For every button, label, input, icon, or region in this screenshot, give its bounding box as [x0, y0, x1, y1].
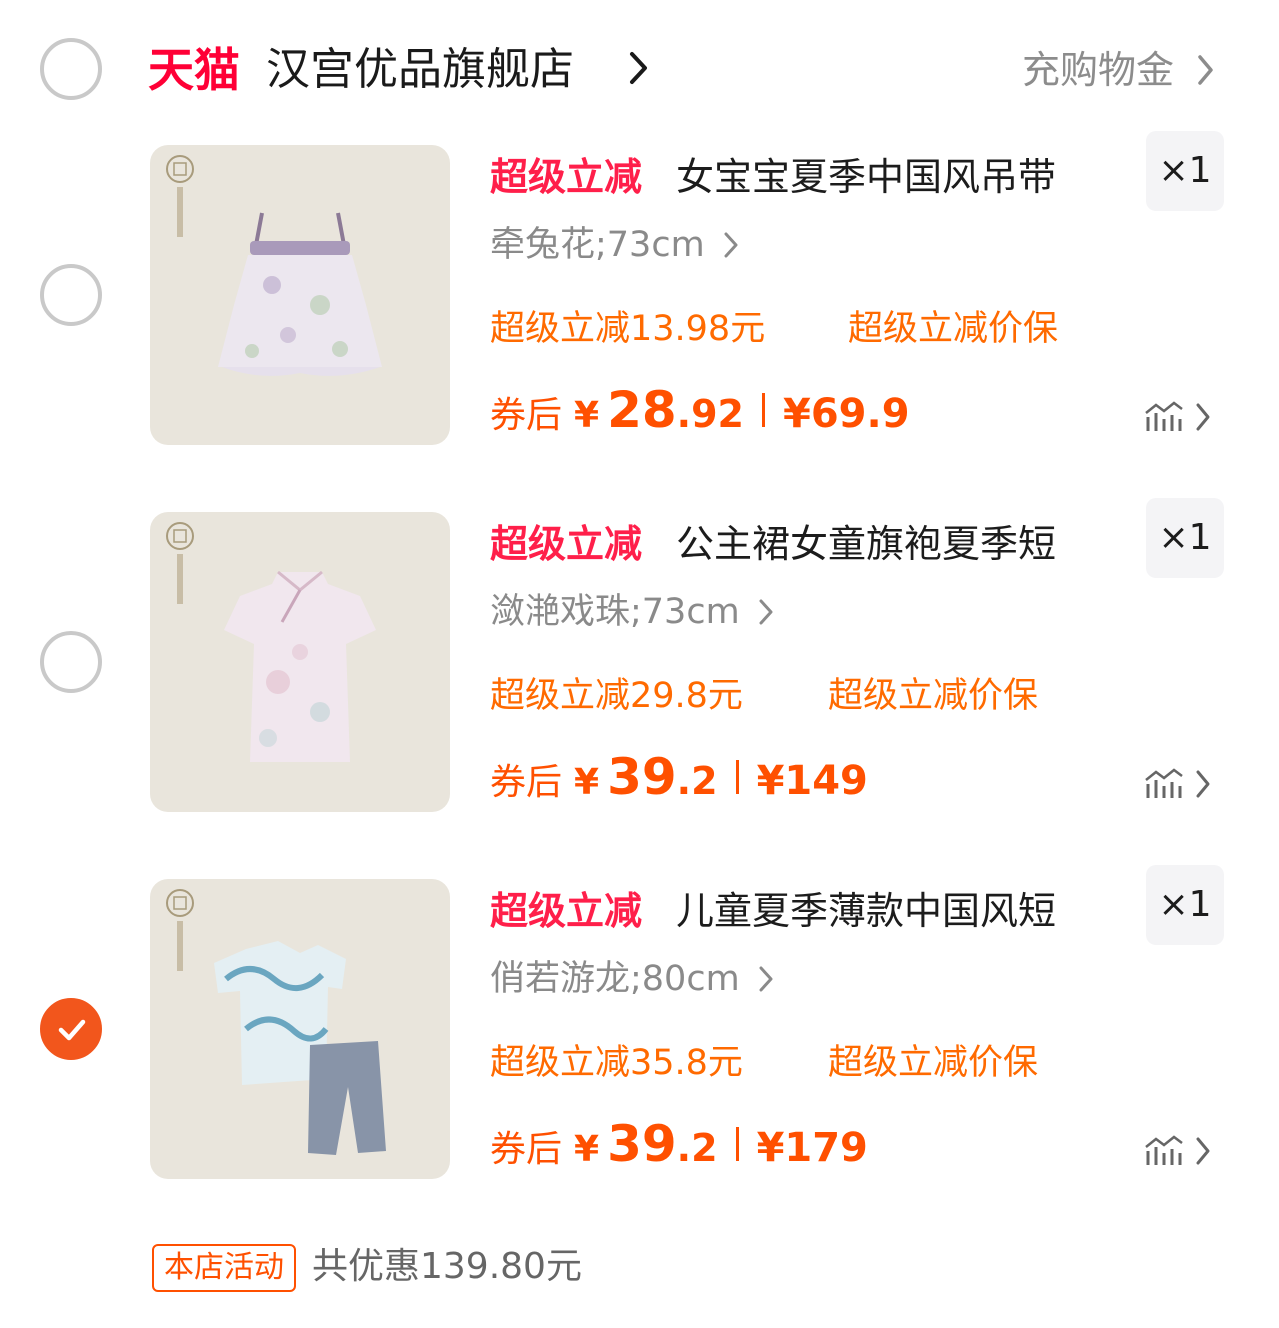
price-protect-badge: 超级立减价保 — [828, 1043, 1039, 1083]
price-divider — [762, 393, 765, 427]
tmall-brand: 天猫 — [148, 43, 240, 97]
original-price: ¥179 — [756, 1125, 868, 1171]
price-decimal: .2 — [676, 759, 718, 803]
promo-discount: 超级立减29.8元 — [490, 676, 743, 716]
brand-logo-icon — [166, 522, 194, 604]
sku-selector[interactable]: 俏若游龙;80cm — [490, 955, 777, 1003]
price-row: 券后 ¥39.2 ¥149 — [490, 748, 868, 818]
price-row: 券后 ¥28.92 ¥69.9 — [490, 381, 910, 451]
price-divider — [735, 760, 739, 794]
after-coupon-label: 券后 — [490, 1129, 563, 1170]
promo-discount: 超级立减13.98元 — [490, 309, 766, 349]
currency-symbol: ¥ — [574, 762, 600, 803]
chevron-right-icon — [759, 966, 773, 992]
super-discount-tag: 超级立减 — [490, 522, 643, 566]
product-title[interactable]: 公主裙女童旗袍夏季短 — [676, 518, 1116, 570]
quantity-selector[interactable]: ×1 — [1146, 131, 1224, 211]
price-decimal: .92 — [676, 392, 744, 436]
promo-discount: 超级立减35.8元 — [490, 1043, 743, 1083]
total-discount: 共优惠139.80元 — [312, 1246, 582, 1287]
currency-symbol: ¥ — [574, 1129, 600, 1170]
sku-selector[interactable]: 潋滟戏珠;73cm — [490, 588, 777, 636]
chevron-right-icon — [1198, 55, 1213, 85]
price-trend-icon[interactable] — [1142, 399, 1214, 435]
price-trend-icon[interactable] — [1142, 1133, 1214, 1169]
price-protect-badge: 超级立减价保 — [848, 309, 1059, 349]
cart-item: 超级立减 儿童夏季薄款中国风短 ×1 俏若游龙;80cm 超级立减35.8元 超… — [0, 865, 1279, 1189]
price-integer: 39 — [607, 1115, 677, 1173]
original-price: ¥69.9 — [783, 391, 910, 437]
bonus-link[interactable]: 充购物金 — [1022, 44, 1174, 96]
chevron-right-icon — [759, 599, 773, 625]
price-trend-icon[interactable] — [1142, 766, 1214, 802]
currency-symbol: ¥ — [574, 395, 600, 436]
store-activity-tag[interactable]: 本店活动 — [152, 1244, 296, 1292]
quantity-selector[interactable]: ×1 — [1146, 865, 1224, 945]
product-image[interactable] — [150, 512, 450, 812]
price-row: 券后 ¥39.2 ¥179 — [490, 1115, 868, 1185]
sku-label: 牵兔花;73cm — [490, 225, 705, 265]
sku-label: 潋滟戏珠;73cm — [490, 592, 740, 632]
cart-item: 超级立减 女宝宝夏季中国风吊带 ×1 牵兔花;73cm 超级立减13.98元 超… — [0, 131, 1279, 455]
price-protect-badge: 超级立减价保 — [828, 676, 1039, 716]
brand-logo-icon — [166, 889, 194, 971]
price-divider — [735, 1127, 739, 1161]
quantity-selector[interactable]: ×1 — [1146, 498, 1224, 578]
product-title[interactable]: 女宝宝夏季中国风吊带 — [676, 151, 1116, 203]
shop-name-link[interactable]: 汉宫优品旗舰店 — [266, 40, 574, 100]
super-discount-tag: 超级立减 — [490, 889, 643, 933]
sku-selector[interactable]: 牵兔花;73cm — [490, 221, 742, 269]
cart-item: 超级立减 公主裙女童旗袍夏季短 ×1 潋滟戏珠;73cm 超级立减29.8元 超… — [0, 498, 1279, 822]
after-coupon-label: 券后 — [490, 395, 563, 436]
product-image[interactable] — [150, 879, 450, 1179]
chevron-right-icon — [630, 52, 647, 84]
product-image[interactable] — [150, 145, 450, 445]
sku-label: 俏若游龙;80cm — [490, 959, 740, 999]
shop-select-radio[interactable] — [40, 38, 102, 100]
chevron-right-icon — [724, 232, 738, 258]
price-integer: 28 — [607, 381, 677, 439]
product-title[interactable]: 儿童夏季薄款中国风短 — [676, 885, 1116, 937]
original-price: ¥149 — [756, 758, 868, 804]
super-discount-tag: 超级立减 — [490, 155, 643, 199]
product-dress-image — [218, 212, 382, 376]
price-integer: 39 — [607, 748, 677, 806]
price-decimal: .2 — [676, 1126, 718, 1170]
after-coupon-label: 券后 — [490, 762, 563, 803]
